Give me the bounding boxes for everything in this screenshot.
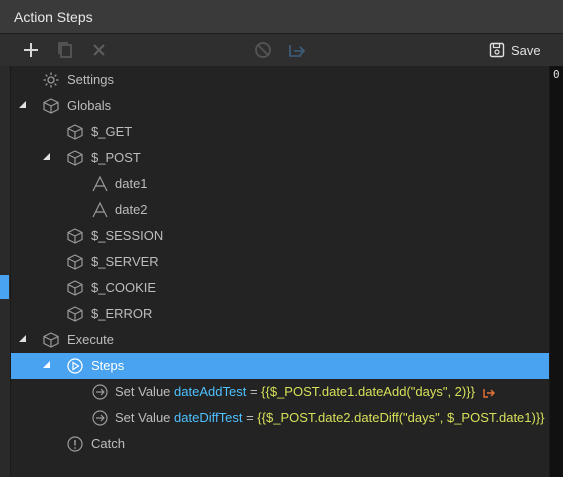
tree-item-execute[interactable]: Execute [11,327,549,353]
arrow-circle-icon [92,410,108,426]
expand-toggle[interactable] [43,361,50,368]
expand-toggle[interactable] [19,335,26,342]
tree-item-server[interactable]: $_SERVER [11,249,549,275]
line-number: 0 [553,68,560,81]
cube-icon [43,98,59,114]
tree-item-post[interactable]: $_POST [11,145,549,171]
tree-item-label: Settings [67,72,114,87]
plus-icon[interactable] [21,40,41,60]
toolbar: Save [0,34,563,66]
tree-item-globals[interactable]: Globals [11,93,549,119]
tree-item-set-value[interactable]: Set Value dateDiffTest = {{$_POST.date2.… [11,405,549,431]
tree-item-label: $_SERVER [91,254,159,269]
step-expression: Set Value dateDiffTest = {{$_POST.date2.… [115,410,549,425]
left-gutter-marker [0,275,9,299]
step-expression: Set Value dateAddTest = {{$_POST.date1.d… [115,384,495,399]
block-icon[interactable] [253,40,273,60]
action-steps-tree: Settings Globals $_GET $_POST date1 date… [10,66,550,477]
tree-item-label: $_SESSION [91,228,164,243]
expand-toggle[interactable] [19,101,26,108]
tree-item-error[interactable]: $_ERROR [11,301,549,327]
tree-item-date1[interactable]: date1 [11,171,549,197]
cube-icon [67,280,83,296]
cube-icon [67,124,83,140]
tree-item-label: Execute [67,332,114,347]
assignment-operator: = [246,384,262,399]
tree-item-session[interactable]: $_SESSION [11,223,549,249]
tree-item-settings[interactable]: Settings [11,67,549,93]
alert-circle-icon [67,436,83,452]
save-button[interactable]: Save [489,40,541,60]
tree-item-label: $_COOKIE [91,280,157,295]
expression-value: {{$_POST.date1.dateAdd("days", 2)}} [261,384,475,399]
tree-item-label: $_GET [91,124,133,139]
tree-item-label: Globals [67,98,112,113]
copy-icon[interactable] [55,40,75,60]
close-icon[interactable] [89,40,109,60]
cube-icon [67,254,83,270]
tree-item-date2[interactable]: date2 [11,197,549,223]
tree-item-label: Catch [91,436,125,451]
cube-icon [67,306,83,322]
link-arrow-icon[interactable] [482,387,495,399]
text-type-icon [92,201,108,218]
tree-item-cookie[interactable]: $_COOKIE [11,275,549,301]
assignment-operator: = [242,410,258,425]
panel-title: Action Steps [14,9,93,25]
expand-toggle[interactable] [43,153,50,160]
variable-name: dateAddTest [174,384,247,399]
left-gutter [0,66,10,477]
variable-name: dateDiffTest [174,410,243,425]
tree-item-label: $_ERROR [91,306,153,321]
gear-icon [43,72,59,88]
cube-icon [67,150,83,166]
cube-icon [43,332,59,348]
step-action: Set Value [115,410,171,425]
tree-item-steps[interactable]: Steps [11,353,549,379]
save-icon [489,42,505,58]
code-editor-edge: 0 [550,66,563,477]
tree-item-get[interactable]: $_GET [11,119,549,145]
save-label: Save [511,42,541,58]
tree-item-label: Steps [91,358,125,373]
play-circle-icon [67,358,83,374]
text-type-icon [92,175,108,192]
expression-value: {{$_POST.date2.dateDiff("days", $_POST.d… [257,410,545,425]
tree-item-label: $_POST [91,150,141,165]
export-icon[interactable] [287,40,307,60]
arrow-circle-icon [92,384,108,400]
tree-item-catch[interactable]: Catch [11,431,549,457]
cube-icon [67,228,83,244]
tree-item-label: date1 [115,176,148,191]
step-action: Set Value [115,384,171,399]
tree-item-label: date2 [115,202,148,217]
panel-header: Action Steps [0,0,563,34]
tree-item-set-value[interactable]: Set Value dateAddTest = {{$_POST.date1.d… [11,379,549,405]
